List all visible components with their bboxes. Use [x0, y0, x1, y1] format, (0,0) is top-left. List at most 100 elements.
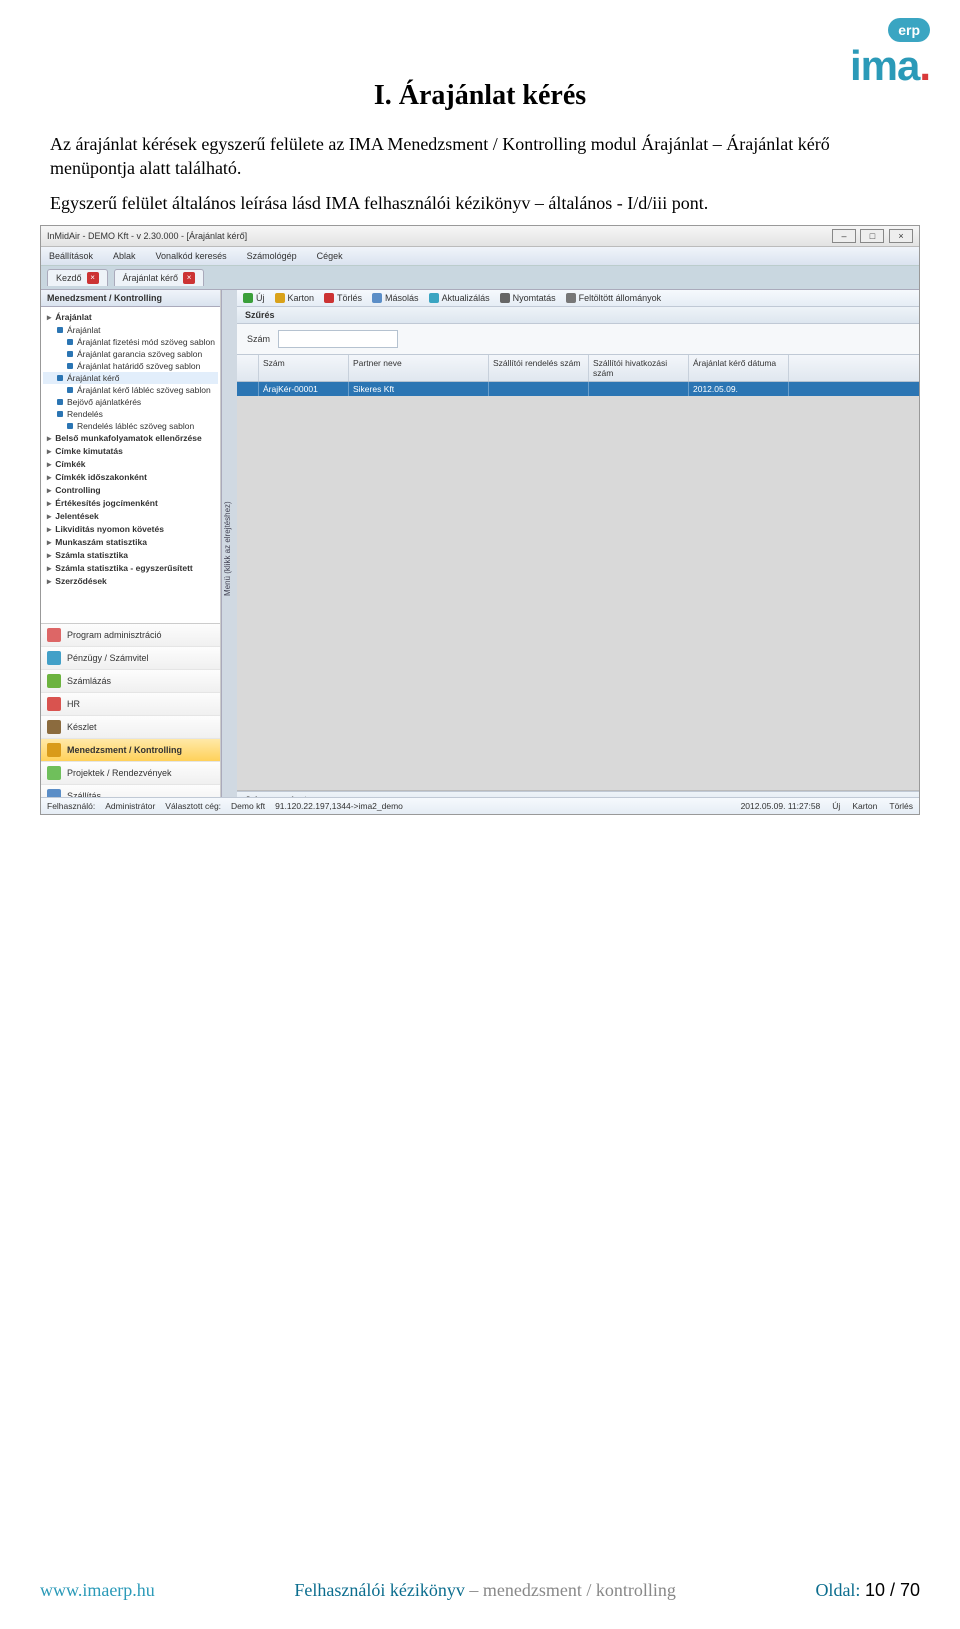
page-footer: www.imaerp.hu Felhasználói kézikönyv – m… [40, 1580, 920, 1601]
module-item[interactable]: Számlázás [41, 670, 220, 693]
module-item[interactable]: Projektek / Rendezvények [41, 762, 220, 785]
tree-item[interactable]: Rendelés [43, 408, 218, 420]
toolbar-button[interactable]: Karton [275, 293, 315, 303]
status-time: 2012.05.09. 11:27:58 [741, 801, 821, 811]
menu-vonalkod[interactable]: Vonalkód keresés [152, 249, 231, 263]
menu-beallitasok[interactable]: Beállítások [45, 249, 97, 263]
grid-col-hivatkozas[interactable]: Szállítói hivatkozási szám [589, 355, 689, 381]
tree-item-label: Számla statisztika - egyszerűsített [55, 563, 192, 573]
grid-col-partner[interactable]: Partner neve [349, 355, 489, 381]
menu-cegek[interactable]: Cégek [313, 249, 347, 263]
toolbar-button[interactable]: Új [243, 293, 265, 303]
grid-col-rendeles[interactable]: Szállítói rendelés szám [489, 355, 589, 381]
module-icon [47, 720, 61, 734]
tree-item-label: Árajánlat kérő [67, 373, 119, 383]
tree-item[interactable]: Árajánlat fizetési mód szöveg sablon [43, 336, 218, 348]
tree-item-label: Rendelés [67, 409, 103, 419]
grid-col-datum[interactable]: Árajánlat kérő dátuma [689, 355, 789, 381]
module-item[interactable]: Menedzsment / Kontrolling [41, 739, 220, 762]
tree-item-label: Likviditás nyomon követés [55, 524, 164, 534]
logo: erp ima. [850, 18, 930, 90]
tree-item[interactable]: Árajánlat [43, 324, 218, 336]
nav-tree: ▸ÁrajánlatÁrajánlatÁrajánlat fizetési mó… [41, 307, 220, 592]
tree-item[interactable]: ▸Szerződések [43, 575, 218, 588]
tree-item[interactable]: Árajánlat kérő [43, 372, 218, 384]
close-icon[interactable]: × [87, 272, 99, 284]
grid-col-szam[interactable]: Szám [259, 355, 349, 381]
bullet-icon [67, 423, 73, 429]
maximize-button[interactable]: □ [860, 229, 884, 243]
bullet-icon [57, 327, 63, 333]
tree-item-label: Címke kimutatás [55, 446, 123, 456]
expand-icon: ▸ [47, 433, 51, 444]
menu-ablak[interactable]: Ablak [109, 249, 140, 263]
expand-icon: ▸ [47, 537, 51, 548]
menu-toggle-tab[interactable]: Menü (klikk az elrejtéshez) [221, 290, 237, 808]
close-button[interactable]: × [889, 229, 913, 243]
filter-szam-input[interactable] [278, 330, 398, 348]
status-user: Administrátor [105, 801, 155, 811]
tree-item-label: Munkaszám statisztika [55, 537, 147, 547]
tree-item[interactable]: ▸Controlling [43, 484, 218, 497]
expand-icon: ▸ [47, 550, 51, 561]
status-btn-uj[interactable]: Új [832, 801, 840, 811]
footer-url: www.imaerp.hu [40, 1580, 155, 1601]
tree-item[interactable]: ▸ Számla statisztika [43, 549, 218, 562]
tree-item[interactable]: ▸Értékesítés jogcímenként [43, 497, 218, 510]
module-item[interactable]: HR [41, 693, 220, 716]
tree-item[interactable]: Árajánlat határidő szöveg sablon [43, 360, 218, 372]
minimize-button[interactable]: – [832, 229, 856, 243]
bullet-icon [67, 351, 73, 357]
module-label: Program adminisztráció [67, 630, 162, 640]
tree-item[interactable]: ▸Belső munkafolyamatok ellenőrzése [43, 432, 218, 445]
module-switcher: Program adminisztráció Pénzügy / Számvite… [41, 623, 220, 808]
bullet-icon [57, 399, 63, 405]
tree-item-label: Árajánlat [55, 312, 91, 322]
tab-kezdo[interactable]: Kezdő× [47, 269, 108, 286]
toolbar-button[interactable]: Aktualizálás [429, 293, 490, 303]
tab-arajanlat-kero[interactable]: Árajánlat kérő× [114, 269, 205, 286]
filter-label: Szám [247, 334, 270, 344]
expand-icon: ▸ [47, 312, 51, 323]
tree-item-label: Árajánlat kérő lábléc szöveg sablon [77, 385, 211, 395]
tree-item[interactable]: Árajánlat garancia szöveg sablon [43, 348, 218, 360]
module-label: Pénzügy / Számvitel [67, 653, 149, 663]
tree-item[interactable]: Rendelés lábléc szöveg sablon [43, 420, 218, 432]
tree-item[interactable]: ▸ Munkaszám statisztika [43, 536, 218, 549]
tree-item[interactable]: Bejövő ajánlatkérés [43, 396, 218, 408]
grid-col-select[interactable] [237, 355, 259, 381]
status-btn-torles[interactable]: Törlés [889, 801, 913, 811]
module-item[interactable]: Program adminisztráció [41, 624, 220, 647]
status-bar: Felhasználó: Administrátor Választott cé… [41, 797, 919, 814]
module-item[interactable]: Pénzügy / Számvitel [41, 647, 220, 670]
bullet-icon [57, 411, 63, 417]
bullet-icon [67, 339, 73, 345]
toolbar-icon [372, 293, 382, 303]
tree-item[interactable]: ▸Likviditás nyomon követés [43, 523, 218, 536]
tree-item[interactable]: Árajánlat kérő lábléc szöveg sablon [43, 384, 218, 396]
tree-item[interactable]: ▸Címke kimutatás [43, 445, 218, 458]
toolbar-button[interactable]: Törlés [324, 293, 362, 303]
module-label: Projektek / Rendezvények [67, 768, 172, 778]
tree-item-label: Controlling [55, 485, 100, 495]
toolbar-icon [243, 293, 253, 303]
toolbar-label: Aktualizálás [442, 293, 490, 303]
grid-row[interactable]: ÁrajKér-00001 Sikeres Kft 2012.05.09. [237, 382, 919, 396]
toolbar-label: Nyomtatás [513, 293, 556, 303]
toolbar-button[interactable]: Másolás [372, 293, 419, 303]
status-btn-karton[interactable]: Karton [852, 801, 877, 811]
toolbar-button[interactable]: Nyomtatás [500, 293, 556, 303]
tree-item[interactable]: ▸Jelentések [43, 510, 218, 523]
filter-heading[interactable]: Szűrés [237, 307, 919, 324]
menu-szamologep[interactable]: Számológép [243, 249, 301, 263]
tree-item[interactable]: ▸ Árajánlat [43, 311, 218, 324]
toolbar-button[interactable]: Feltöltött állományok [566, 293, 662, 303]
bullet-icon [67, 387, 73, 393]
tree-item[interactable]: ▸Címkék [43, 458, 218, 471]
status-ceg-label: Választott cég: [165, 801, 221, 811]
module-item[interactable]: Készlet [41, 716, 220, 739]
tree-item[interactable]: ▸Címkék időszakonként [43, 471, 218, 484]
tree-item-label: Számla statisztika [55, 550, 128, 560]
close-icon[interactable]: × [183, 272, 195, 284]
tree-item[interactable]: ▸Számla statisztika - egyszerűsített [43, 562, 218, 575]
